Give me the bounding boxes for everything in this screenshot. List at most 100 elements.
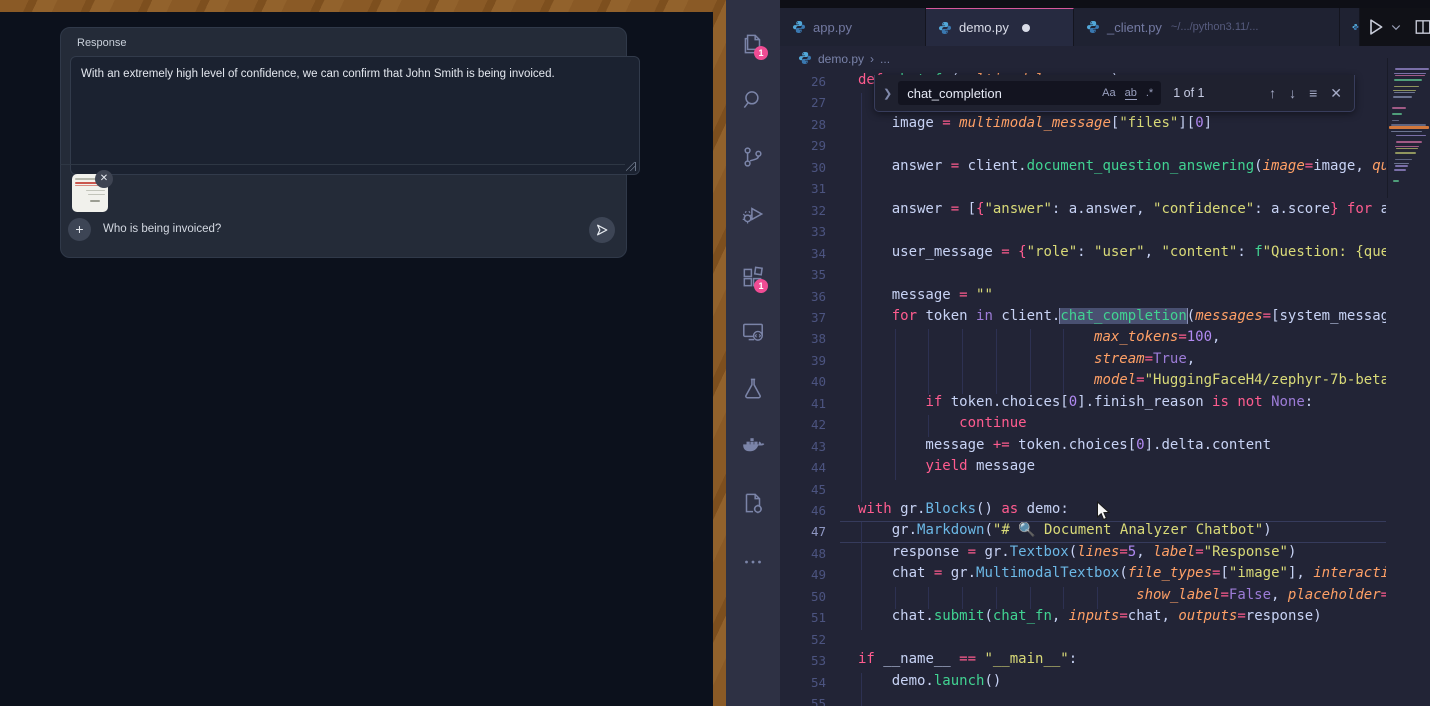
- find-in-selection-button[interactable]: ≡: [1309, 85, 1317, 102]
- line-number: 27: [780, 95, 826, 110]
- minimap-line: [1395, 165, 1408, 167]
- code-line-39: stream=True,: [858, 351, 1386, 367]
- tab-app.py[interactable]: app.py: [780, 8, 926, 46]
- resize-handle[interactable]: [626, 162, 636, 171]
- minimap[interactable]: [1387, 58, 1430, 198]
- response-textarea[interactable]: With an extremely high level of confiden…: [70, 56, 640, 175]
- toggle-replace-icon[interactable]: ❯: [883, 87, 892, 100]
- activity-snippets[interactable]: [726, 481, 780, 525]
- remove-image-button[interactable]: ✕: [95, 170, 113, 188]
- code-line-51: chat.submit(chat_fn, inputs=chat, output…: [858, 608, 1386, 624]
- activity-extensions[interactable]: 1: [726, 255, 780, 299]
- code-editor[interactable]: 26def chat_fn(multimodal_message):2728 i…: [780, 72, 1430, 706]
- breadcrumb-rest[interactable]: ...: [880, 52, 890, 66]
- line-number: 40: [780, 374, 826, 389]
- code-line-43: message += token.choices[0].delta.conten…: [858, 437, 1386, 453]
- line-number: 48: [780, 546, 826, 561]
- line-number: 55: [780, 696, 826, 706]
- code-line-28: image = multimodal_message["files"][0]: [858, 115, 1386, 131]
- code-line-30: answer = client.document_question_answer…: [858, 158, 1386, 174]
- minimap-line: [1394, 92, 1415, 94]
- breadcrumb-separator: ›: [870, 52, 874, 66]
- tab-label: app.py: [813, 20, 852, 35]
- code-line-34: user_message = {"role": "user", "content…: [858, 244, 1386, 260]
- send-icon: [595, 223, 609, 237]
- code-line-41: if token.choices[0].finish_reason is not…: [858, 394, 1386, 410]
- find-close-button[interactable]: ✕: [1330, 85, 1342, 102]
- activity-run-debug[interactable]: [726, 192, 780, 236]
- minimap-line: [1395, 146, 1419, 148]
- line-number: 54: [780, 675, 826, 690]
- activity-remote-explorer[interactable]: [726, 310, 780, 354]
- line-number: 33: [780, 224, 826, 239]
- whole-word-toggle[interactable]: ab: [1125, 87, 1137, 100]
- line-number: 45: [780, 482, 826, 497]
- line-number: 28: [780, 117, 826, 132]
- indent-guide: [861, 265, 862, 287]
- chat-input[interactable]: Who is being invoiced?: [103, 223, 221, 235]
- line-number: 47: [780, 524, 826, 539]
- line-number: 42: [780, 417, 826, 432]
- badge: 1: [754, 46, 768, 60]
- find-widget: ❯ chat_completion Aa ab .* 1 of 1 ↑ ↓ ≡ …: [874, 75, 1355, 112]
- code-line-48: response = gr.Textbox(lines=5, label="Re…: [858, 544, 1386, 560]
- line-number: 37: [780, 310, 826, 325]
- tab-label: _client.py: [1107, 20, 1162, 35]
- minimap-line: [1393, 96, 1412, 98]
- activity-docker[interactable]: [726, 424, 780, 468]
- line-number: 53: [780, 653, 826, 668]
- code-line-49: chat = gr.MultimodalTextbox(file_types=[…: [858, 565, 1386, 581]
- code-line-50: show_label=False, placeholder="Ask a que…: [858, 587, 1386, 603]
- tab-demo.py[interactable]: demo.py: [926, 8, 1074, 46]
- add-file-button[interactable]: +: [68, 218, 91, 241]
- minimap-line: [1393, 180, 1399, 182]
- activity-testing[interactable]: [726, 366, 780, 410]
- activity-source-control[interactable]: [726, 135, 780, 179]
- editor-actions: [1360, 8, 1430, 46]
- line-number: 46: [780, 503, 826, 518]
- send-button[interactable]: [589, 217, 615, 243]
- breadcrumb-file[interactable]: demo.py: [818, 52, 864, 66]
- indent-guide: [861, 93, 862, 115]
- minimap-line: [1396, 135, 1426, 137]
- activity-more[interactable]: [726, 540, 780, 584]
- indent-guide: [861, 179, 862, 201]
- minimap-line: [1392, 113, 1402, 115]
- line-number: 52: [780, 632, 826, 647]
- run-python-file-button[interactable]: [1366, 17, 1386, 37]
- line-number: 31: [780, 181, 826, 196]
- regex-toggle[interactable]: .*: [1146, 87, 1153, 100]
- code-line-53: if __name__ == "__main__":: [858, 651, 1386, 667]
- tab-overflow-sliver[interactable]: [1340, 8, 1360, 46]
- line-number: 35: [780, 267, 826, 282]
- match-case-toggle[interactable]: Aa: [1102, 87, 1115, 100]
- activity-search[interactable]: [726, 78, 780, 122]
- line-number: 50: [780, 589, 826, 604]
- split-editor-button[interactable]: [1414, 18, 1430, 36]
- indent-guide: [861, 480, 862, 502]
- find-input[interactable]: chat_completion Aa ab .*: [898, 81, 1161, 105]
- minimap-line: [1394, 169, 1406, 171]
- line-number: 26: [780, 74, 826, 89]
- breadcrumb[interactable]: demo.py › ...: [780, 46, 1430, 72]
- tab-_client.py[interactable]: _client.py~/.../python3.11/...: [1074, 8, 1340, 46]
- activity-account[interactable]: [726, 697, 780, 706]
- python-file-icon: [798, 51, 812, 68]
- activity-explorer[interactable]: 1: [726, 22, 780, 66]
- code-line-42: continue: [858, 415, 1386, 431]
- line-number: 44: [780, 460, 826, 475]
- code-line-47: gr.Markdown("# 🔍 Document Analyzer Chatb…: [858, 522, 1386, 538]
- find-next-button[interactable]: ↓: [1289, 85, 1296, 102]
- minimap-line: [1392, 107, 1406, 109]
- code-line-54: demo.launch(): [858, 673, 1386, 689]
- find-previous-button[interactable]: ↑: [1269, 85, 1276, 102]
- minimap-line: [1392, 120, 1399, 122]
- run-dropdown-chevron[interactable]: [1390, 21, 1402, 33]
- response-label: Response: [77, 37, 127, 49]
- minimap-find-match: [1389, 126, 1429, 129]
- tab-label: demo.py: [959, 20, 1009, 35]
- minimap-line: [1395, 159, 1412, 161]
- line-number: 30: [780, 160, 826, 175]
- code-line-40: model="HuggingFaceH4/zephyr-7b-beta": [858, 372, 1386, 388]
- indent-guide: [861, 136, 862, 158]
